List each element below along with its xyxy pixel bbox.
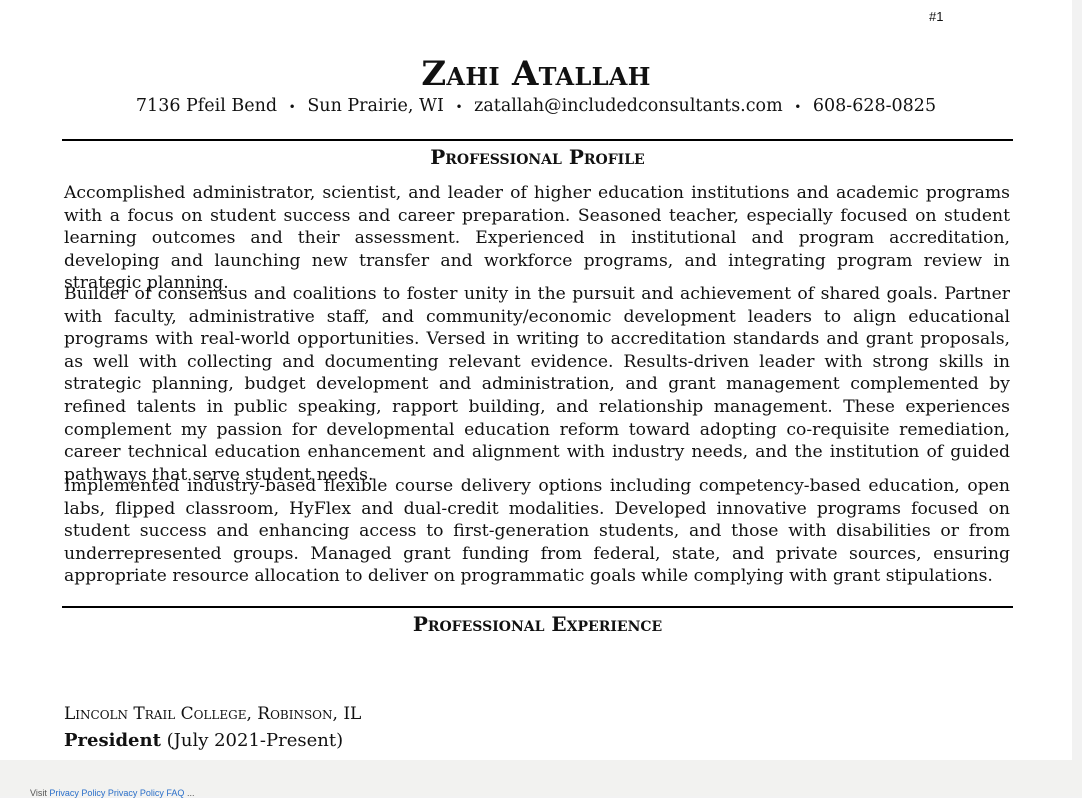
footer-prefix: Visit [30,788,47,798]
resume-page: #1 Zahi Atallah 7136 Pfeil Bend • Sun Pr… [0,0,1072,760]
contact-phone: 608-628-0825 [812,96,937,116]
experience-section-title: Professional Experience [412,612,663,636]
footer-suffix: ... [186,788,195,798]
profile-section-title: Professional Profile [430,145,645,169]
privacy-policy-link[interactable]: Privacy Policy [49,788,105,798]
bullet-separator: • [288,99,296,114]
contact-address: 7136 Pfeil Bend [135,96,278,116]
employer-line: Lincoln Trail College, Robinson, IL [64,704,362,724]
section-divider [62,139,1013,141]
section-divider [62,606,1013,608]
profile-paragraph-3: Implemented industry-based flexible cour… [64,476,1010,587]
profile-paragraph-1: Accomplished administrator, scientist, a… [64,183,1010,294]
page-number: #1 [929,9,944,24]
bullet-separator: • [794,99,802,114]
footer-bar: Visit Privacy Policy Privacy Policy FAQ … [0,760,1082,798]
contact-email[interactable]: zatallah@includedconsultants.com [474,96,783,116]
position-dates: (July 2021-Present) [166,730,344,751]
contact-line: 7136 Pfeil Bend • Sun Prairie, WI • zata… [0,96,1072,116]
privacy-faq-link[interactable]: Privacy Policy FAQ [108,788,185,798]
position-title: President [64,730,161,751]
profile-paragraph-2: Builder of consensus and coalitions to f… [64,284,1010,485]
role-line: President (July 2021-Present) [64,730,343,751]
contact-city: Sun Prairie, WI [307,96,444,116]
candidate-name: Zahi Atallah [421,54,651,94]
footer-text: Visit Privacy Policy Privacy Policy FAQ … [30,788,194,798]
bullet-separator: • [455,99,463,114]
